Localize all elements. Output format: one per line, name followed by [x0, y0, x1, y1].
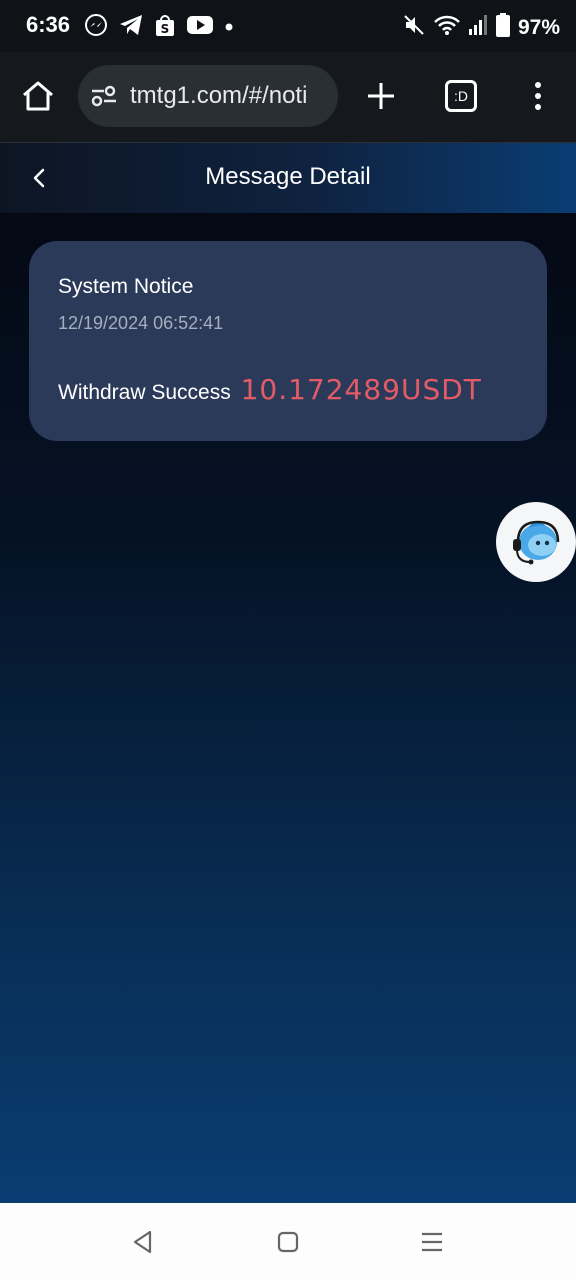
new-tab-button[interactable] — [365, 80, 397, 117]
customer-support-button[interactable] — [496, 502, 576, 582]
battery-percentage: 97% — [517, 15, 560, 39]
messenger-icon — [84, 13, 108, 42]
telegram-icon — [118, 13, 144, 42]
plus-icon — [368, 83, 394, 109]
svg-text:S: S — [161, 22, 170, 36]
message-body-label: Withdraw Success — [58, 381, 231, 404]
wifi-icon — [434, 14, 460, 41]
youtube-icon — [186, 14, 214, 41]
support-agent-icon — [513, 520, 560, 565]
mute-icon — [402, 13, 426, 42]
browser-toolbar: tmtg1.com/#/noti :D — [0, 52, 576, 142]
square-home-icon — [277, 1231, 299, 1253]
message-body: Withdraw Success 10.172489USDT — [58, 373, 482, 406]
status-bar: 6:36 S 97% — [0, 0, 576, 52]
triangle-back-icon — [133, 1230, 152, 1254]
nav-back-button[interactable] — [130, 1229, 156, 1260]
nav-recents-button[interactable] — [419, 1230, 445, 1259]
tab-switcher-button[interactable]: :D — [445, 80, 477, 112]
site-settings-icon[interactable] — [90, 84, 118, 113]
notification-icons: S — [84, 13, 234, 42]
withdraw-amount: 10.172489USDT — [240, 373, 482, 406]
address-bar[interactable]: tmtg1.com/#/noti — [78, 65, 338, 127]
home-icon — [23, 81, 53, 111]
signal-icon — [468, 14, 488, 41]
menu-lines-icon — [422, 1232, 442, 1252]
shopee-icon: S — [154, 13, 176, 42]
more-vert-icon — [535, 82, 541, 110]
overflow-menu-button[interactable] — [528, 80, 548, 117]
url-text[interactable]: tmtg1.com/#/noti — [130, 82, 334, 110]
message-card: System Notice 12/19/2024 06:52:41 Withdr… — [29, 241, 547, 441]
tab-switcher-label: :D — [454, 88, 468, 104]
message-detail-content: System Notice 12/19/2024 06:52:41 Withdr… — [0, 213, 576, 1203]
battery-icon — [495, 13, 510, 42]
system-navigation-bar — [0, 1203, 576, 1280]
system-icons: 97% — [402, 13, 560, 42]
message-timestamp: 12/19/2024 06:52:41 — [58, 313, 224, 333]
page-header: Message Detail — [0, 142, 576, 214]
status-time: 6:36 — [26, 12, 71, 37]
nav-home-button[interactable] — [276, 1230, 300, 1259]
message-title: System Notice — [58, 275, 194, 298]
page-title: Message Detail — [205, 163, 371, 190]
home-button[interactable] — [20, 78, 56, 119]
dot-icon — [224, 19, 234, 37]
